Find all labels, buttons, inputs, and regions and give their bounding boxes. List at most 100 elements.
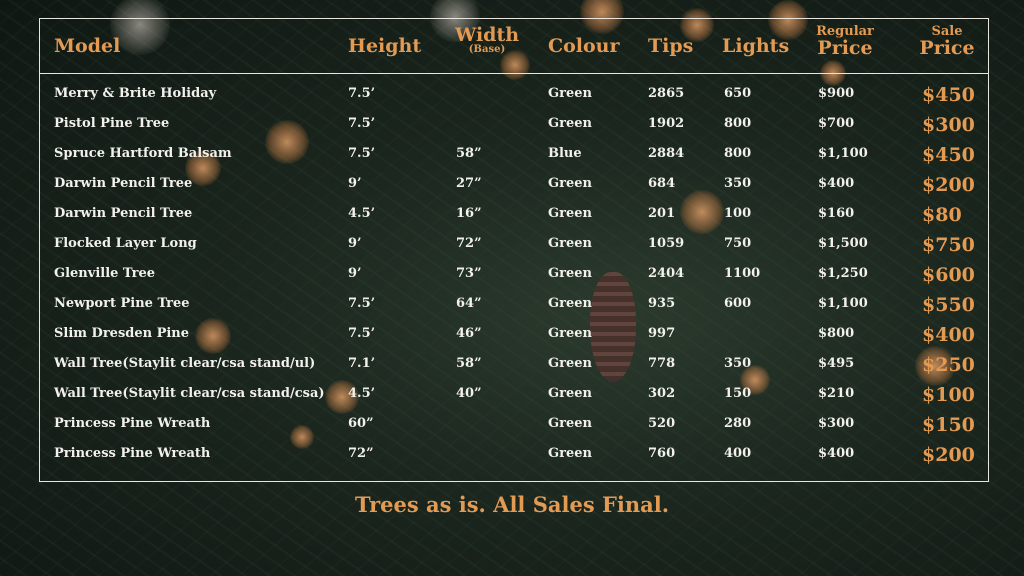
cell-model: Wall Tree(Staylit clear/csa stand/csa) xyxy=(54,386,325,401)
cell-sale-price: $750 xyxy=(922,234,975,256)
cell-colour: Green xyxy=(548,446,592,461)
cell-sale-price: $400 xyxy=(922,324,975,346)
cell-colour: Green xyxy=(548,266,592,281)
cell-regular-price: $400 xyxy=(818,176,855,191)
cell-lights: 1100 xyxy=(724,266,761,281)
cell-colour: Green xyxy=(548,206,592,221)
cell-lights: 150 xyxy=(724,386,752,401)
table-row: Slim Dresden Pine 7.5’ 46” Green 997 $80… xyxy=(40,321,988,351)
cell-tips: 1902 xyxy=(648,116,685,131)
cell-sale-price: $550 xyxy=(922,294,975,316)
cell-colour: Green xyxy=(548,356,592,371)
cell-lights: 650 xyxy=(724,86,752,101)
header-sale-bottom: Price xyxy=(919,37,975,59)
cell-sale-price: $250 xyxy=(922,354,975,376)
cell-model: Princess Pine Wreath xyxy=(54,416,211,431)
header-regular-price: Regular Price xyxy=(810,25,880,58)
cell-regular-price: $700 xyxy=(818,116,855,131)
price-table: Model Height Width (Base) Colour Tips Li… xyxy=(39,18,989,482)
cell-model: Glenville Tree xyxy=(54,266,156,281)
cell-sale-price: $100 xyxy=(922,384,975,406)
cell-regular-price: $160 xyxy=(818,206,855,221)
header-tips: Tips xyxy=(648,35,694,57)
cell-tips: 684 xyxy=(648,176,676,191)
cell-regular-price: $1,100 xyxy=(818,146,868,161)
cell-regular-price: $1,250 xyxy=(818,266,868,281)
cell-height: 9’ xyxy=(348,266,362,281)
table-row: Princess Pine Wreath 72” Green 760 400 $… xyxy=(40,441,988,471)
cell-colour: Green xyxy=(548,416,592,431)
cell-lights: 750 xyxy=(724,236,752,251)
cell-tips: 201 xyxy=(648,206,676,221)
cell-height: 7.5’ xyxy=(348,326,376,341)
cell-tips: 760 xyxy=(648,446,676,461)
cell-lights: 600 xyxy=(724,296,752,311)
cell-width: 16” xyxy=(456,206,482,221)
cell-tips: 302 xyxy=(648,386,676,401)
table-row: Darwin Pencil Tree 4.5’ 16” Green 201 10… xyxy=(40,201,988,231)
cell-width: 27” xyxy=(456,176,482,191)
cell-model: Darwin Pencil Tree xyxy=(54,176,193,191)
table-row: Wall Tree(Staylit clear/csa stand/ul) 7.… xyxy=(40,351,988,381)
cell-width: 58” xyxy=(456,146,482,161)
cell-height: 4.5’ xyxy=(348,386,376,401)
cell-lights: 100 xyxy=(724,206,752,221)
cell-lights: 350 xyxy=(724,176,752,191)
table-body: Merry & Brite Holiday 7.5’ Green 2865 65… xyxy=(40,81,988,471)
cell-width: 46” xyxy=(456,326,482,341)
cell-model: Princess Pine Wreath xyxy=(54,446,211,461)
cell-width: 73” xyxy=(456,266,482,281)
cell-colour: Green xyxy=(548,86,592,101)
cell-tips: 2404 xyxy=(648,266,685,281)
cell-regular-price: $900 xyxy=(818,86,855,101)
table-row: Flocked Layer Long 9’ 72” Green 1059 750… xyxy=(40,231,988,261)
footer-notice: Trees as is. All Sales Final. xyxy=(354,492,670,517)
table-row: Princess Pine Wreath 60” Green 520 280 $… xyxy=(40,411,988,441)
cell-sale-price: $300 xyxy=(922,114,975,136)
cell-sale-price: $450 xyxy=(922,144,975,166)
cell-lights: 280 xyxy=(724,416,752,431)
cell-height: 9’ xyxy=(348,176,362,191)
cell-tips: 2884 xyxy=(648,146,685,161)
table-row: Wall Tree(Staylit clear/csa stand/csa) 4… xyxy=(40,381,988,411)
cell-regular-price: $1,100 xyxy=(818,296,868,311)
cell-tips: 997 xyxy=(648,326,676,341)
header-colour: Colour xyxy=(548,35,620,57)
cell-tips: 2865 xyxy=(648,86,685,101)
cell-width: 64” xyxy=(456,296,482,311)
cell-height: 7.5’ xyxy=(348,116,376,131)
cell-height: 7.5’ xyxy=(348,146,376,161)
cell-model: Darwin Pencil Tree xyxy=(54,206,193,221)
cell-tips: 520 xyxy=(648,416,676,431)
cell-colour: Green xyxy=(548,326,592,341)
table-row: Darwin Pencil Tree 9’ 27” Green 684 350 … xyxy=(40,171,988,201)
cell-height: 7.5’ xyxy=(348,86,376,101)
cell-model: Slim Dresden Pine xyxy=(54,326,190,341)
cell-width: 72” xyxy=(456,236,482,251)
cell-height: 4.5’ xyxy=(348,206,376,221)
cell-lights: 800 xyxy=(724,116,752,131)
cell-height: 9’ xyxy=(348,236,362,251)
header-height: Height xyxy=(348,35,422,57)
cell-colour: Green xyxy=(548,296,592,311)
table-row: Pistol Pine Tree 7.5’ Green 1902 800 $70… xyxy=(40,111,988,141)
cell-model: Wall Tree(Staylit clear/csa stand/ul) xyxy=(54,356,316,371)
cell-tips: 1059 xyxy=(648,236,685,251)
cell-sale-price: $200 xyxy=(922,174,975,196)
header-regular-bottom: Price xyxy=(817,37,873,59)
cell-regular-price: $300 xyxy=(818,416,855,431)
cell-tips: 935 xyxy=(648,296,676,311)
cell-colour: Green xyxy=(548,386,592,401)
cell-sale-price: $150 xyxy=(922,414,975,436)
cell-regular-price: $800 xyxy=(818,326,855,341)
cell-regular-price: $1,500 xyxy=(818,236,868,251)
cell-height: 7.5’ xyxy=(348,296,376,311)
cell-width: 58” xyxy=(456,356,482,371)
table-row: Merry & Brite Holiday 7.5’ Green 2865 65… xyxy=(40,81,988,111)
cell-sale-price: $200 xyxy=(922,444,975,466)
header-width: Width (Base) xyxy=(452,25,522,55)
cell-lights: 350 xyxy=(724,356,752,371)
cell-sale-price: $600 xyxy=(922,264,975,286)
header-sale-price: Sale Price xyxy=(914,25,980,58)
header-width-sub: (Base) xyxy=(468,44,506,55)
